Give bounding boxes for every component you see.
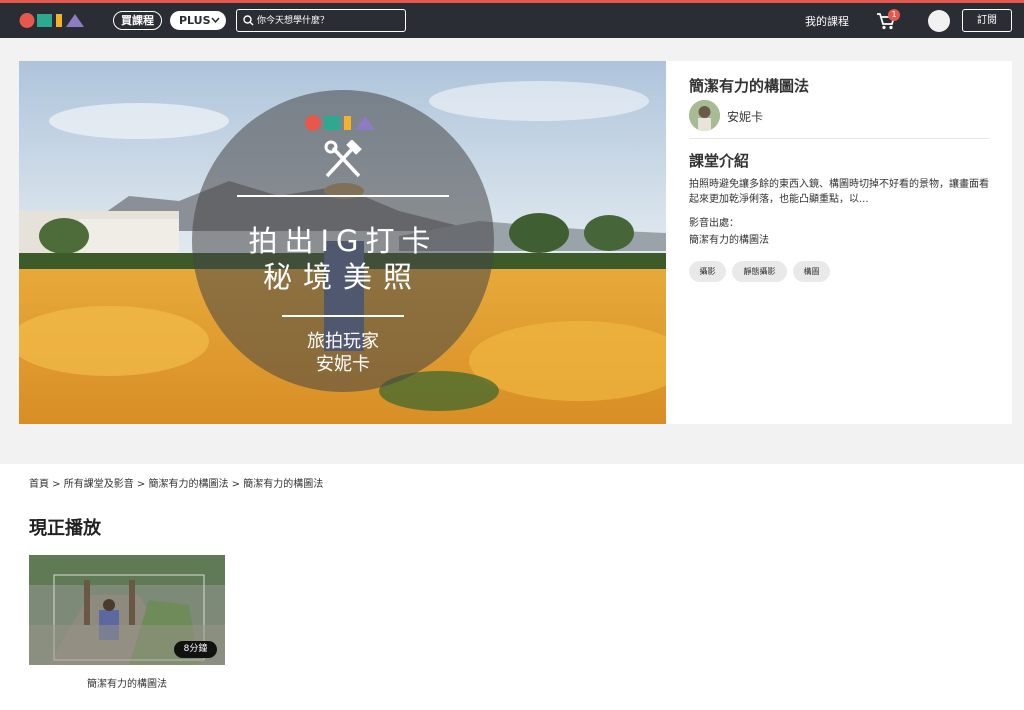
plus-dropdown[interactable]: PLUS	[170, 11, 226, 30]
source-label: 影音出處：	[689, 218, 739, 229]
my-courses-link[interactable]: 我的課程	[805, 13, 849, 29]
teacher-name[interactable]: 安妮卡	[727, 108, 763, 125]
tag-item[interactable]: 攝影	[689, 261, 726, 282]
omia-logo	[305, 115, 375, 131]
chevron-down-icon	[211, 12, 220, 37]
search-input[interactable]	[257, 13, 397, 28]
divider	[689, 138, 989, 139]
plus-label: PLUS	[179, 14, 211, 27]
cover-title-line1: 拍出IG打卡	[248, 224, 438, 258]
course-title: 簡潔有力的構圖法	[689, 77, 810, 95]
cart-count-badge: 1	[888, 9, 900, 21]
hammer-wrench-icon	[324, 140, 362, 178]
cover-subtitle-line1: 旅拍玩家	[307, 331, 379, 352]
now-playing-heading: 現正播放	[29, 518, 101, 539]
omia-logo[interactable]	[19, 12, 91, 29]
subtitle-divider	[282, 315, 404, 317]
teacher-avatar[interactable]	[689, 100, 720, 131]
cover-subtitle-line2: 安妮卡	[316, 354, 370, 375]
intro-heading: 課堂介紹	[689, 152, 750, 170]
user-avatar[interactable]	[928, 10, 950, 32]
tag-item[interactable]: 靜態攝影	[732, 261, 787, 282]
search-icon	[243, 15, 254, 26]
course-cover-image[interactable]: 拍出IG打卡 秘境美照 旅拍玩家 安妮卡	[19, 61, 666, 424]
cover-title-line2: 秘境美照	[262, 260, 423, 294]
title-divider	[237, 195, 449, 197]
cover-title-circle: 拍出IG打卡 秘境美照 旅拍玩家 安妮卡	[192, 90, 494, 392]
course-info-panel: 簡潔有力的構圖法 安妮卡 課堂介紹 拍照時避免讓多餘的東西入鏡、構圖時切掉不好看…	[666, 61, 1012, 424]
video-title[interactable]: 簡潔有力的構圖法	[29, 675, 225, 690]
tag-item[interactable]: 構圖	[793, 261, 830, 282]
search-box[interactable]	[236, 9, 406, 32]
subscribe-button[interactable]: 訂閱	[962, 9, 1012, 32]
buy-courses-button[interactable]: 買課程	[113, 11, 162, 30]
intro-text: 拍照時避免讓多餘的東西入鏡、構圖時切掉不好看的景物，讓畫面看起來更加乾淨俐落，也…	[689, 179, 989, 205]
source-value: 簡潔有力的構圖法	[689, 235, 769, 246]
video-duration-badge: 8分鐘	[174, 641, 217, 658]
top-navbar: 買課程 PLUS 我的課程 1 訂閱	[0, 3, 1024, 38]
breadcrumb[interactable]: 首頁 > 所有課堂及影音 > 簡潔有力的構圖法 > 簡潔有力的構圖法	[29, 475, 323, 490]
